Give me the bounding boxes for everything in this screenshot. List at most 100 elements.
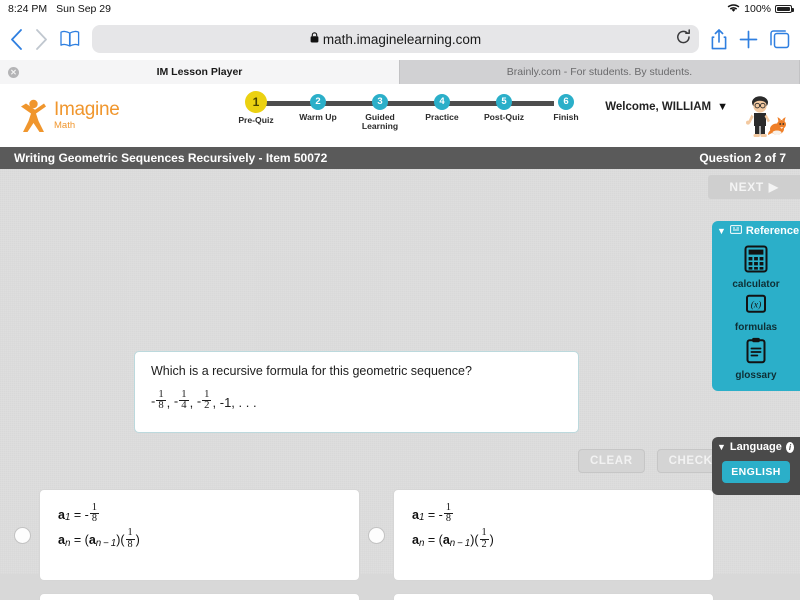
user-menu[interactable]: Welcome, WILLIAM ▼ (605, 101, 728, 113)
answer-option-c[interactable]: a1 = 2 an = (an − 1)(-18) (14, 593, 360, 600)
status-time: 8:24 PM (8, 3, 48, 15)
reference-panel-title: Reference (745, 225, 800, 237)
step-guided-learning[interactable]: 3 Guided Learning (352, 92, 408, 132)
tab-im-lesson-player[interactable]: ✕ IM Lesson Player (0, 60, 400, 84)
answer-body-b[interactable]: a1 = -18 an = (a n − 1)(1 2) (393, 489, 714, 581)
sequence-ellipsis: . . . (238, 394, 257, 410)
book-icon[interactable] (60, 30, 80, 48)
glossary-clipboard-icon (712, 337, 800, 369)
battery-percent: 100% (744, 3, 771, 15)
answer-option-d[interactable]: a1 = -18 an = (an − 1)(2) (368, 593, 714, 600)
step-number: 2 (310, 93, 326, 110)
caret-down-icon[interactable]: ▼ (717, 101, 728, 113)
radio-option-a[interactable] (14, 526, 31, 544)
svg-text:(x): (x) (751, 300, 762, 311)
question-counter: Question 2 of 7 (699, 151, 786, 165)
geometric-sequence: -18 , -14 , -12 , -1 , . . . (151, 388, 562, 413)
step-label: Practice (425, 111, 459, 122)
reference-item-label: formulas (734, 322, 778, 333)
student-avatar-with-fox[interactable] (736, 94, 792, 140)
close-icon[interactable]: ✕ (8, 66, 19, 78)
step-number: 3 (372, 93, 388, 110)
sequence-separator: , (231, 394, 239, 410)
clear-button[interactable]: CLEAR (578, 449, 645, 473)
browser-toolbar: math.imaginelearning.com (0, 18, 800, 60)
step-label: Pre-Quiz (238, 115, 274, 125)
lesson-progress-stepper: 1 Pre-Quiz 2 Warm Up 3 Guided Learning 4… (228, 91, 579, 131)
step-label: Warm Up (299, 111, 337, 122)
language-panel-title: Language (729, 441, 782, 453)
step-number: 1 (245, 91, 267, 113)
language-panel: ▼ Language i ENGLISH (712, 437, 800, 495)
imagine-math-logo[interactable]: Imagine Math (18, 97, 120, 135)
triangle-down-icon[interactable]: ▼ (717, 226, 726, 236)
step-finish[interactable]: 6 Finish (538, 92, 594, 122)
answer-options: a1 = -18 an = (a n − 1)(1 8) a1 = -18 an =… (14, 489, 714, 600)
lesson-title: Writing Geometric Sequences Recursively … (14, 151, 328, 165)
tab-bar: ✕ IM Lesson Player Brainly.com - For stu… (0, 60, 800, 84)
logo-title: Imagine (54, 99, 120, 121)
answer-option-a[interactable]: a1 = -18 an = (a n − 1)(1 8) (14, 489, 360, 581)
answer-body-a[interactable]: a1 = -18 an = (a n − 1)(1 8) (39, 489, 360, 581)
tab-brainly[interactable]: Brainly.com - For students. By students. (400, 60, 800, 84)
step-practice[interactable]: 4 Practice (414, 92, 470, 122)
address-bar[interactable]: math.imaginelearning.com (92, 25, 699, 53)
step-label: Finish (553, 111, 579, 122)
reference-item-glossary[interactable]: glossary (712, 337, 800, 381)
next-button[interactable]: NEXT ▶ (708, 175, 800, 199)
equation-a1: a1 = -18 (58, 501, 99, 525)
chevron-right-icon[interactable] (35, 28, 48, 50)
reference-panel-header[interactable]: ▼ Reference (712, 221, 800, 241)
reference-item-calculator[interactable]: calculator (712, 245, 800, 290)
step-number: 5 (496, 93, 512, 110)
share-icon[interactable] (711, 28, 727, 50)
equation-b1: a1 = -18 (412, 501, 453, 525)
step-warm-up[interactable]: 2 Warm Up (290, 92, 346, 122)
step-number: 4 (434, 93, 450, 110)
plus-icon[interactable] (739, 30, 758, 49)
step-pre-quiz[interactable]: 1 Pre-Quiz (228, 91, 284, 126)
sequence-separator: , (166, 394, 174, 410)
calculator-icon (712, 245, 800, 278)
tab-title: IM Lesson Player (156, 66, 243, 78)
ios-status-bar: 8:24 PM Sun Sep 29 100% (0, 0, 800, 18)
wifi-icon (727, 3, 740, 16)
answer-option-b[interactable]: a1 = -18 an = (a n − 1)(1 2) (368, 489, 714, 581)
equation-an-b: an = (a n − 1)(1 2) (412, 527, 494, 550)
radio-option-b[interactable] (368, 526, 385, 544)
sequence-term-1: -18 (151, 388, 166, 412)
reference-item-label: glossary (735, 370, 777, 381)
question-prompt: Which is a recursive formula for this ge… (151, 364, 472, 378)
tabs-icon[interactable] (770, 29, 790, 49)
chevron-left-icon[interactable] (10, 28, 23, 50)
sequence-separator: , (212, 394, 220, 410)
sequence-term-4: -1 (219, 394, 232, 410)
imagine-math-person-logo (18, 97, 52, 135)
triangle-down-icon[interactable]: ▼ (717, 442, 726, 452)
step-post-quiz[interactable]: 5 Post-Quiz (476, 92, 532, 122)
welcome-text: Welcome, WILLIAM (605, 101, 712, 113)
status-date: Sun Sep 29 (56, 3, 111, 15)
battery-icon (775, 4, 794, 14)
reference-item-formulas[interactable]: (x) formulas (712, 294, 800, 333)
formulas-icon: (x) (712, 294, 800, 321)
play-triangle-icon: ▶ (768, 180, 779, 194)
answer-body-c[interactable]: a1 = 2 an = (an − 1)(-18) (39, 593, 360, 600)
language-english-button[interactable]: ENGLISH (722, 461, 790, 483)
sequence-separator: , (189, 394, 197, 410)
language-panel-header[interactable]: ▼ Language i (712, 437, 800, 457)
reload-icon[interactable] (676, 29, 691, 49)
lesson-title-bar: Writing Geometric Sequences Recursively … (0, 147, 800, 169)
answer-body-d[interactable]: a1 = -18 an = (an − 1)(2) (393, 593, 714, 600)
lesson-canvas: Which is a recursive formula for this ge… (0, 169, 800, 600)
info-icon[interactable]: i (785, 441, 794, 453)
lock-icon (310, 32, 319, 46)
step-label: Guided Learning (361, 111, 399, 132)
next-label: NEXT (729, 180, 764, 194)
reference-book-icon (730, 225, 742, 237)
app-header: Imagine Math 1 Pre-Quiz 2 Warm Up 3 Guid… (0, 84, 800, 147)
step-label: Post-Quiz (483, 111, 525, 122)
tab-title: Brainly.com - For students. By students. (506, 66, 693, 78)
sequence-term-2: -14 (173, 388, 189, 412)
question-card: Which is a recursive formula for this ge… (134, 351, 579, 433)
